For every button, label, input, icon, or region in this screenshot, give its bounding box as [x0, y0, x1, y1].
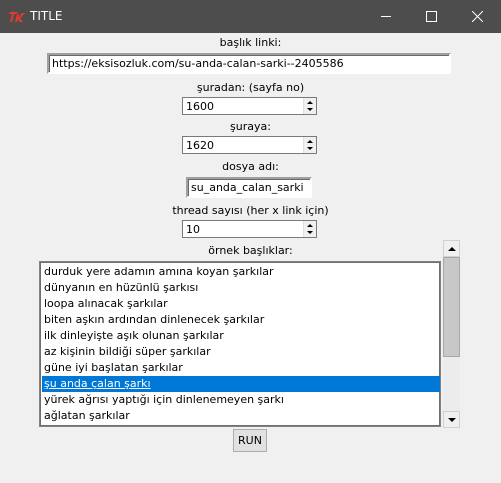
- spin-up-icon[interactable]: [306, 138, 314, 145]
- list-item[interactable]: ağlatan şarkılar: [42, 408, 440, 424]
- from-page-label: şuradan: (sayfa no): [196, 81, 305, 94]
- filename-input[interactable]: su_anda_calan_sarki: [186, 177, 312, 198]
- minimize-icon: [381, 16, 391, 17]
- list-item-text: ilk dinleyişte aşık olunan şarkılar: [44, 329, 224, 342]
- list-item-text: ağlatan şarkılar: [44, 409, 130, 422]
- examples-label: örnek başlıklar:: [208, 244, 293, 257]
- spin-up-icon[interactable]: [306, 99, 314, 106]
- to-page-spinbox[interactable]: 1620: [182, 136, 317, 154]
- to-page-label: şuraya:: [230, 120, 271, 133]
- threads-spinbox[interactable]: 10: [182, 220, 317, 238]
- list-item-text: durduk yere adamın amına koyan şarkılar: [44, 265, 274, 278]
- spin-up-icon[interactable]: [306, 222, 314, 229]
- close-icon: [472, 11, 483, 22]
- examples-listbox[interactable]: durduk yere adamın amına koyan şarkılar d…: [39, 261, 441, 427]
- list-item[interactable]: az kişinin bildiği süper şarkılar: [42, 344, 440, 360]
- list-item[interactable]: loopa alınacak şarkılar: [42, 296, 440, 312]
- arrow-down-icon: [448, 418, 456, 422]
- list-item-text: dünyanın en hüzünlü şarkısı: [44, 281, 199, 294]
- list-item-selected[interactable]: şu anda çalan şarkı: [42, 376, 440, 392]
- list-item[interactable]: yürek ağrısı yaptığı için dinlenemeyen ş…: [42, 392, 440, 408]
- minimize-button[interactable]: [364, 0, 410, 33]
- close-button[interactable]: [455, 0, 501, 33]
- run-button[interactable]: RUN: [233, 429, 267, 452]
- list-item-text: güne iyi başlatan şarkılar: [44, 361, 183, 374]
- list-item[interactable]: güne iyi başlatan şarkılar: [42, 360, 440, 376]
- tk-feather-icon: [9, 10, 25, 23]
- spin-down-icon[interactable]: [306, 145, 314, 152]
- main-content: başlık linki: https://eksisozluk.com/su-…: [0, 33, 501, 483]
- examples-scrollbar[interactable]: [443, 240, 460, 428]
- spin-down-icon[interactable]: [306, 106, 314, 113]
- list-item[interactable]: dünyanın en hüzünlü şarkısı: [42, 280, 440, 296]
- threads-value: 10: [186, 223, 200, 236]
- list-item[interactable]: biten aşkın ardından dinlenecek şarkılar: [42, 312, 440, 328]
- spin-arrows: [303, 221, 316, 237]
- scroll-down-button[interactable]: [443, 411, 460, 428]
- list-item-text: biten aşkın ardından dinlenecek şarkılar: [44, 313, 265, 326]
- from-page-value: 1600: [186, 100, 214, 113]
- filename-label: dosya adı:: [222, 160, 279, 173]
- maximize-button[interactable]: [409, 0, 455, 33]
- arrow-up-icon: [448, 247, 456, 251]
- scroll-track[interactable]: [443, 357, 460, 411]
- list-item-text: az kişinin bildiği süper şarkılar: [44, 345, 211, 358]
- list-item-text: yürek ağrısı yaptığı için dinlenemeyen ş…: [44, 393, 284, 406]
- spin-down-icon[interactable]: [306, 229, 314, 236]
- from-page-spinbox[interactable]: 1600: [182, 97, 317, 115]
- window-title: TITLE: [30, 9, 63, 23]
- list-item[interactable]: ilk dinleyişte aşık olunan şarkılar: [42, 328, 440, 344]
- list-item-text: şu anda çalan şarkı: [44, 377, 151, 390]
- to-page-value: 1620: [186, 139, 214, 152]
- spin-arrows: [303, 98, 316, 114]
- link-label: başlık linki:: [219, 36, 282, 49]
- maximize-icon: [426, 11, 437, 22]
- title-bar: TITLE: [0, 0, 501, 33]
- scroll-up-button[interactable]: [443, 240, 460, 257]
- list-item-text: loopa alınacak şarkılar: [44, 297, 168, 310]
- threads-label: thread sayısı (her x link için): [172, 204, 329, 217]
- list-item[interactable]: durduk yere adamın amına koyan şarkılar: [42, 264, 440, 280]
- spin-arrows: [303, 137, 316, 153]
- link-input[interactable]: https://eksisozluk.com/su-anda-calan-sar…: [47, 53, 451, 74]
- scroll-thumb[interactable]: [443, 257, 460, 357]
